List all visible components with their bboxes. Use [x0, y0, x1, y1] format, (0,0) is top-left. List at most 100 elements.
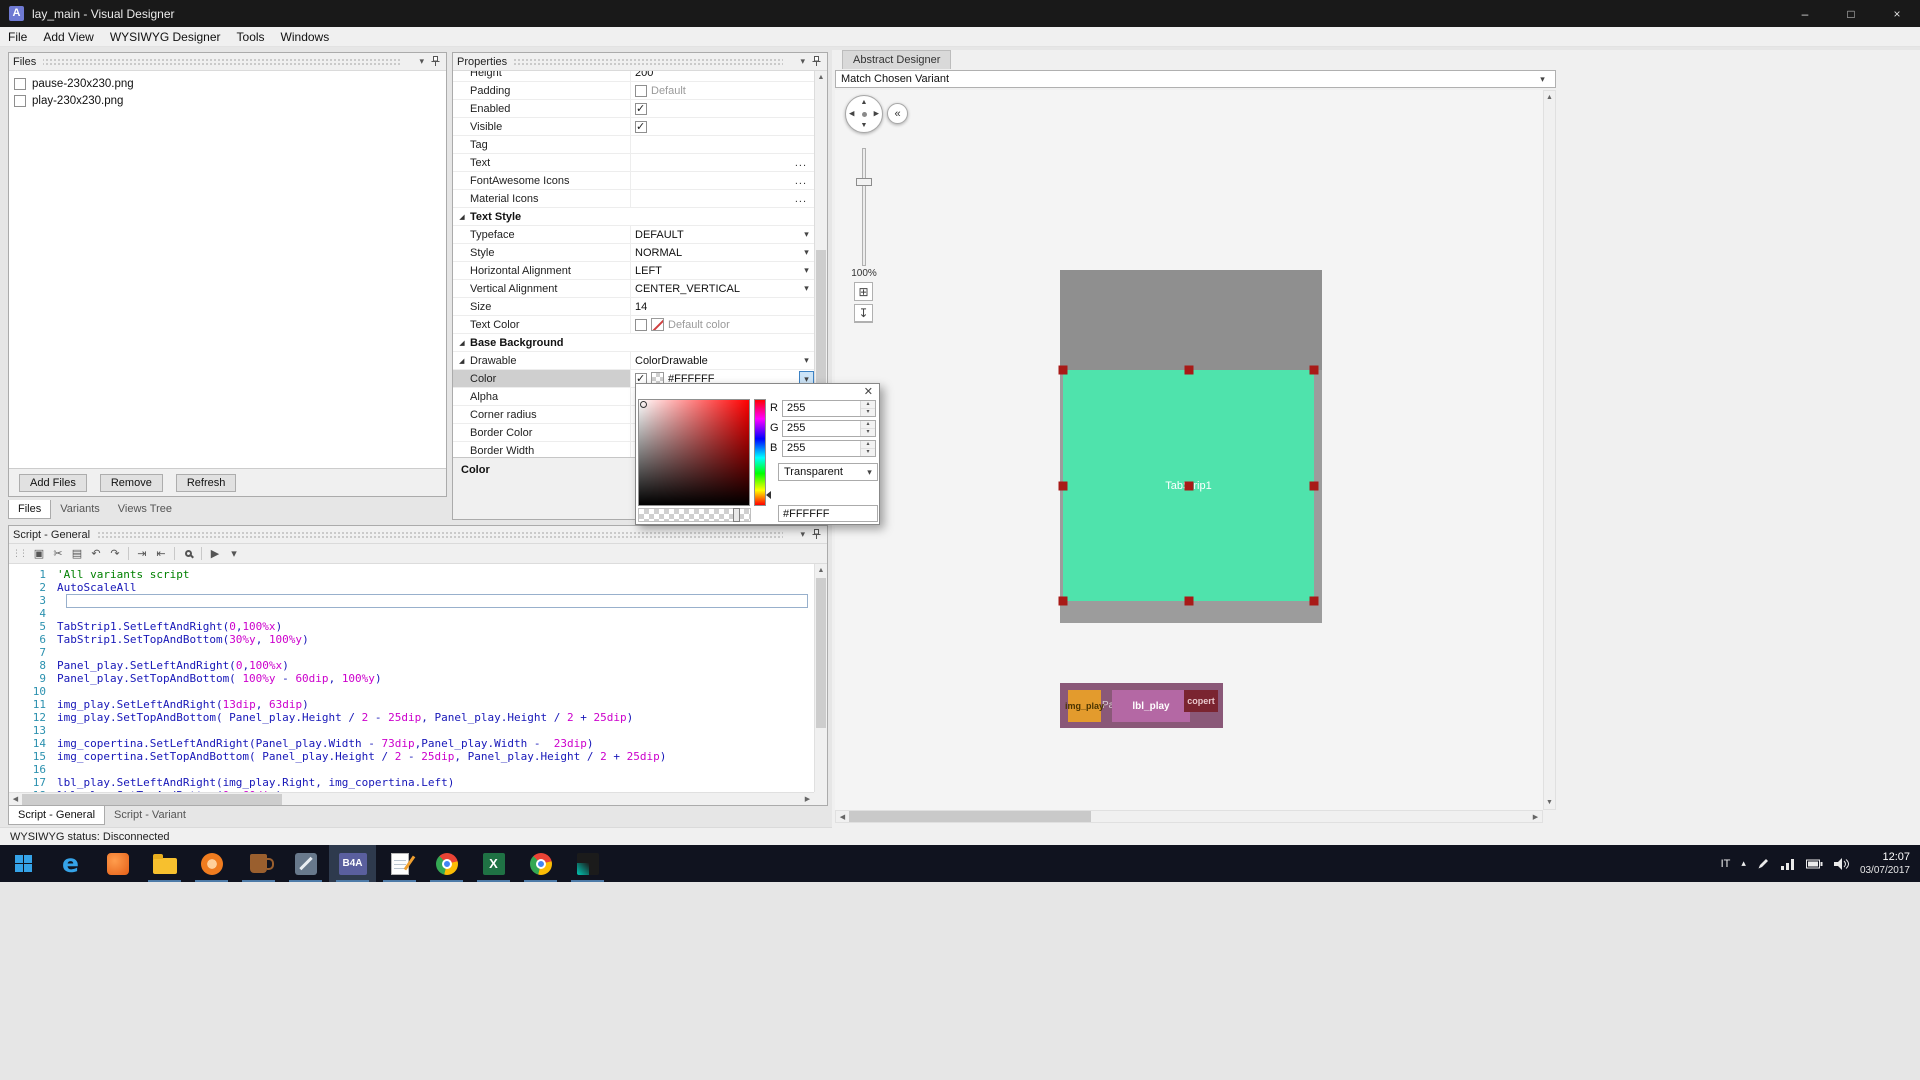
ellipsis-button[interactable]: ... [788, 193, 814, 205]
scroll-right-icon[interactable]: ▶ [1529, 811, 1542, 824]
menu-file[interactable]: File [0, 27, 35, 46]
network-icon[interactable] [1781, 858, 1795, 870]
selection-handle[interactable] [1310, 481, 1319, 490]
taskbar-tools-app[interactable] [282, 845, 329, 882]
nav-up-icon[interactable]: ▲ [861, 99, 868, 106]
property-value[interactable]: ColorDrawable▾ [631, 352, 816, 369]
menu-add-view[interactable]: Add View [35, 27, 101, 46]
property-row-visible[interactable]: Visible [453, 118, 816, 136]
property-value[interactable]: LEFT▾ [631, 262, 816, 279]
property-value[interactable] [631, 136, 816, 153]
taskbar-media-app[interactable] [188, 845, 235, 882]
panel-menu-icon[interactable]: ▾ [800, 530, 805, 539]
taskbar-b4a[interactable]: B4A [329, 845, 376, 882]
channel-b-input[interactable]: 255▴▾ [782, 440, 876, 457]
checkbox[interactable] [635, 121, 647, 133]
checkbox[interactable] [14, 78, 26, 90]
refresh-button[interactable]: Refresh [176, 474, 237, 492]
checkbox[interactable] [635, 103, 647, 115]
list-item-play-230x230-png[interactable]: play-230x230.png [9, 92, 446, 109]
designer-vscrollbar[interactable]: ▲ ▼ [1543, 90, 1556, 810]
taskbar-mug-app[interactable] [235, 845, 282, 882]
panel-menu-icon[interactable]: ▾ [800, 57, 805, 66]
zoom-slider-track[interactable] [862, 148, 866, 266]
property-group-text-style[interactable]: ◢Text Style [453, 208, 816, 226]
export-button[interactable]: ↧ [854, 304, 873, 323]
indent-icon[interactable]: ⇥ [133, 545, 151, 563]
property-row-text-color[interactable]: Text ColorDefault color [453, 316, 816, 334]
copy-icon[interactable]: ▣ [30, 545, 48, 563]
maximize-button[interactable]: □ [1828, 0, 1874, 27]
property-value[interactable]: ... [631, 154, 816, 171]
grid-button[interactable]: ⊞ [854, 282, 873, 301]
clock[interactable]: 12:07 03/07/2017 [1860, 851, 1910, 877]
property-row-text[interactable]: Text... [453, 154, 816, 172]
property-value[interactable]: NORMAL▾ [631, 244, 816, 261]
battery-icon[interactable] [1806, 859, 1823, 869]
code-line[interactable]: 13 [9, 724, 814, 737]
channel-r-input[interactable]: 255▴▾ [782, 400, 876, 417]
selection-handle[interactable] [1184, 366, 1193, 375]
selection-handle[interactable] [1059, 481, 1068, 490]
taskbar-excel[interactable]: X [470, 845, 517, 882]
code-line[interactable]: 15img_copertina.SetTopAndBottom( Panel_p… [9, 750, 814, 763]
property-row-padding[interactable]: PaddingDefault [453, 82, 816, 100]
scroll-left-icon[interactable]: ◀ [9, 793, 22, 806]
code-line[interactable]: 6TabStrip1.SetTopAndBottom(30%y, 100%y) [9, 633, 814, 646]
code-line[interactable]: 2AutoScaleAll [9, 581, 814, 594]
files-tab-variants[interactable]: Variants [51, 500, 109, 519]
scroll-up-icon[interactable]: ▲ [815, 71, 827, 84]
code-line[interactable]: 12img_play.SetTopAndBottom( Panel_play.H… [9, 711, 814, 724]
redo-icon[interactable]: ↷ [106, 545, 124, 563]
run-icon[interactable]: ▶ [206, 545, 224, 563]
outdent-icon[interactable]: ⇤ [152, 545, 170, 563]
selection-handle[interactable] [1059, 597, 1068, 606]
dropdown-caret-icon[interactable]: ▾ [799, 229, 814, 240]
dropdown-caret-icon[interactable]: ▾ [799, 283, 814, 294]
view-img-play[interactable]: img_play [1068, 690, 1101, 722]
view-lbl-play[interactable]: lbl_play [1112, 690, 1190, 722]
code-line[interactable]: 7 [9, 646, 814, 659]
scroll-thumb[interactable] [849, 811, 1091, 822]
nav-down-icon[interactable]: ▼ [861, 122, 868, 129]
editor-hscrollbar[interactable]: ◀ ▶ [9, 792, 814, 805]
list-item-pause-230x230-png[interactable]: pause-230x230.png [9, 75, 446, 92]
taskbar-chrome-2[interactable] [517, 845, 564, 882]
panel-menu-icon[interactable]: ▾ [419, 57, 424, 66]
property-value[interactable]: ... [631, 172, 816, 189]
property-value[interactable]: DEFAULT▾ [631, 226, 816, 243]
property-row-vertical-alignment[interactable]: Vertical AlignmentCENTER_VERTICAL▾ [453, 280, 816, 298]
alpha-slider[interactable] [638, 508, 751, 522]
files-tab-files[interactable]: Files [8, 500, 51, 519]
spinner-arrows-icon[interactable]: ▴▾ [860, 401, 875, 416]
checkbox[interactable] [635, 85, 647, 97]
remove-button[interactable]: Remove [100, 474, 163, 492]
ellipsis-button[interactable]: ... [788, 157, 814, 169]
popup-close-icon[interactable]: ✕ [864, 385, 873, 398]
property-group-base-background[interactable]: ◢Base Background [453, 334, 816, 352]
selection-handle[interactable] [1310, 366, 1319, 375]
scroll-thumb[interactable] [816, 578, 826, 728]
taskbar-orange-app[interactable] [94, 845, 141, 882]
tray-expand-icon[interactable]: ▴ [1741, 858, 1746, 869]
scroll-thumb[interactable] [22, 794, 282, 805]
view-copert[interactable]: copert [1184, 690, 1218, 712]
taskbar-dark-ide[interactable] [564, 845, 611, 882]
property-value[interactable]: 14 [631, 298, 816, 315]
selection-handle[interactable] [1059, 366, 1068, 375]
files-tab-views-tree[interactable]: Views Tree [109, 500, 181, 519]
collapse-tools-button[interactable]: « [887, 103, 908, 124]
zoom-slider-thumb[interactable] [856, 178, 872, 186]
property-value[interactable] [631, 100, 816, 117]
alpha-thumb[interactable] [733, 508, 740, 522]
saturation-value-area[interactable] [638, 399, 750, 506]
code-line[interactable]: 16 [9, 763, 814, 776]
design-canvas[interactable]: ▲ ▼ ◀ ▶ « 100% ⊞ ↧ TabStrip1 Pan img_pla… [835, 90, 1543, 810]
panel-play-view[interactable]: Pan img_playlbl_playcopert [1060, 683, 1223, 728]
property-row-size[interactable]: Size14 [453, 298, 816, 316]
more-icon[interactable]: ▾ [225, 545, 243, 563]
nav-right-icon[interactable]: ▶ [874, 111, 879, 118]
checkbox[interactable] [14, 95, 26, 107]
scroll-right-icon[interactable]: ▶ [801, 793, 814, 806]
code-editor[interactable]: 1'All variants script2AutoScaleAll345Tab… [9, 564, 814, 792]
